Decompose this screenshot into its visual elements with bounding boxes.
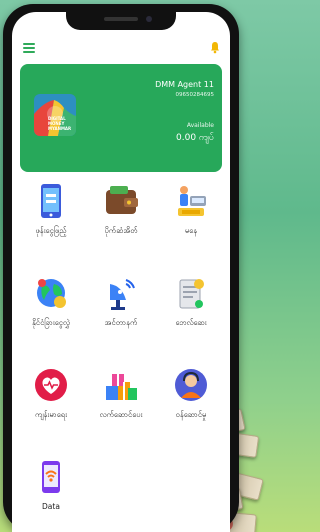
service-bill-payment[interactable]: ဘေလ်ဆေး: [156, 270, 226, 362]
service-label: လက်ဆောင်ပေး: [99, 410, 143, 419]
service-label: ပိုက်ဆံအိတ်: [104, 226, 138, 235]
service-phone-topup[interactable]: ဖုန်းငွေဖြည့်: [16, 178, 86, 270]
agent-balance-card: DIGITAL MONEY MYANMAR DMM Agent 11 09650…: [20, 64, 222, 172]
service-label: မနေ: [184, 226, 198, 235]
service-money-transfer[interactable]: မနေ: [156, 178, 226, 270]
app-screen: DIGITAL MONEY MYANMAR DMM Agent 11 09650…: [12, 12, 230, 532]
service-label: နိုင်ငံခြားငွေလွှဲ: [32, 318, 70, 327]
logo-text: DIGITAL MONEY MYANMAR: [48, 116, 72, 131]
phone-notch: [66, 12, 176, 30]
agent-phone: 09650284695: [175, 92, 215, 98]
service-foreign-remittance[interactable]: နိုင်ငံခြားငွေလွှဲ: [16, 270, 86, 362]
service-label: အင်တာနက်: [104, 318, 138, 327]
bell-icon[interactable]: [210, 41, 220, 54]
support-agent-icon: [175, 369, 207, 401]
services-grid: ဖုန်းငွေဖြည့် ပိုက်ဆံအိတ် မနေ နိုင်ငံခြာ…: [16, 178, 226, 532]
gift-boxes-icon: [106, 374, 137, 400]
service-data[interactable]: Data: [16, 454, 86, 532]
globe-transfer-icon: [37, 279, 66, 308]
available-amount: 0.00 ကျပ်: [176, 133, 214, 143]
phone-frame: DIGITAL MONEY MYANMAR DMM Agent 11 09650…: [3, 4, 239, 532]
service-label: ဝန်ဆောင်မှု: [175, 410, 207, 419]
service-health[interactable]: ကျန်းမာရေး: [16, 362, 86, 454]
service-label: ကျန်းမာရေး: [35, 410, 67, 419]
health-icon: [35, 369, 67, 401]
service-wallet[interactable]: ပိုက်ဆံအိတ်: [86, 178, 156, 270]
bill-payment-icon: [179, 279, 204, 309]
phone-topup-icon: [41, 184, 61, 218]
money-transfer-icon: [178, 186, 206, 216]
data-icon: [42, 461, 60, 493]
hamburger-icon[interactable]: [23, 43, 35, 53]
top-bar: [12, 40, 230, 58]
service-gift[interactable]: လက်ဆောင်ပေး: [86, 362, 156, 454]
service-label: ဖုန်းငွေဖြည့်: [35, 226, 67, 235]
dmm-logo: DIGITAL MONEY MYANMAR: [34, 94, 76, 136]
agent-name: DMM Agent 11: [155, 80, 214, 89]
service-support[interactable]: ဝန်ဆောင်မှု: [156, 362, 226, 454]
service-label: Data: [42, 502, 60, 511]
wallet-icon: [106, 186, 138, 214]
available-label: Available: [186, 122, 214, 129]
service-label: ဘေလ်ဆေး: [175, 318, 207, 327]
service-internet[interactable]: အင်တာနက်: [86, 270, 156, 362]
satellite-icon: [110, 279, 135, 310]
